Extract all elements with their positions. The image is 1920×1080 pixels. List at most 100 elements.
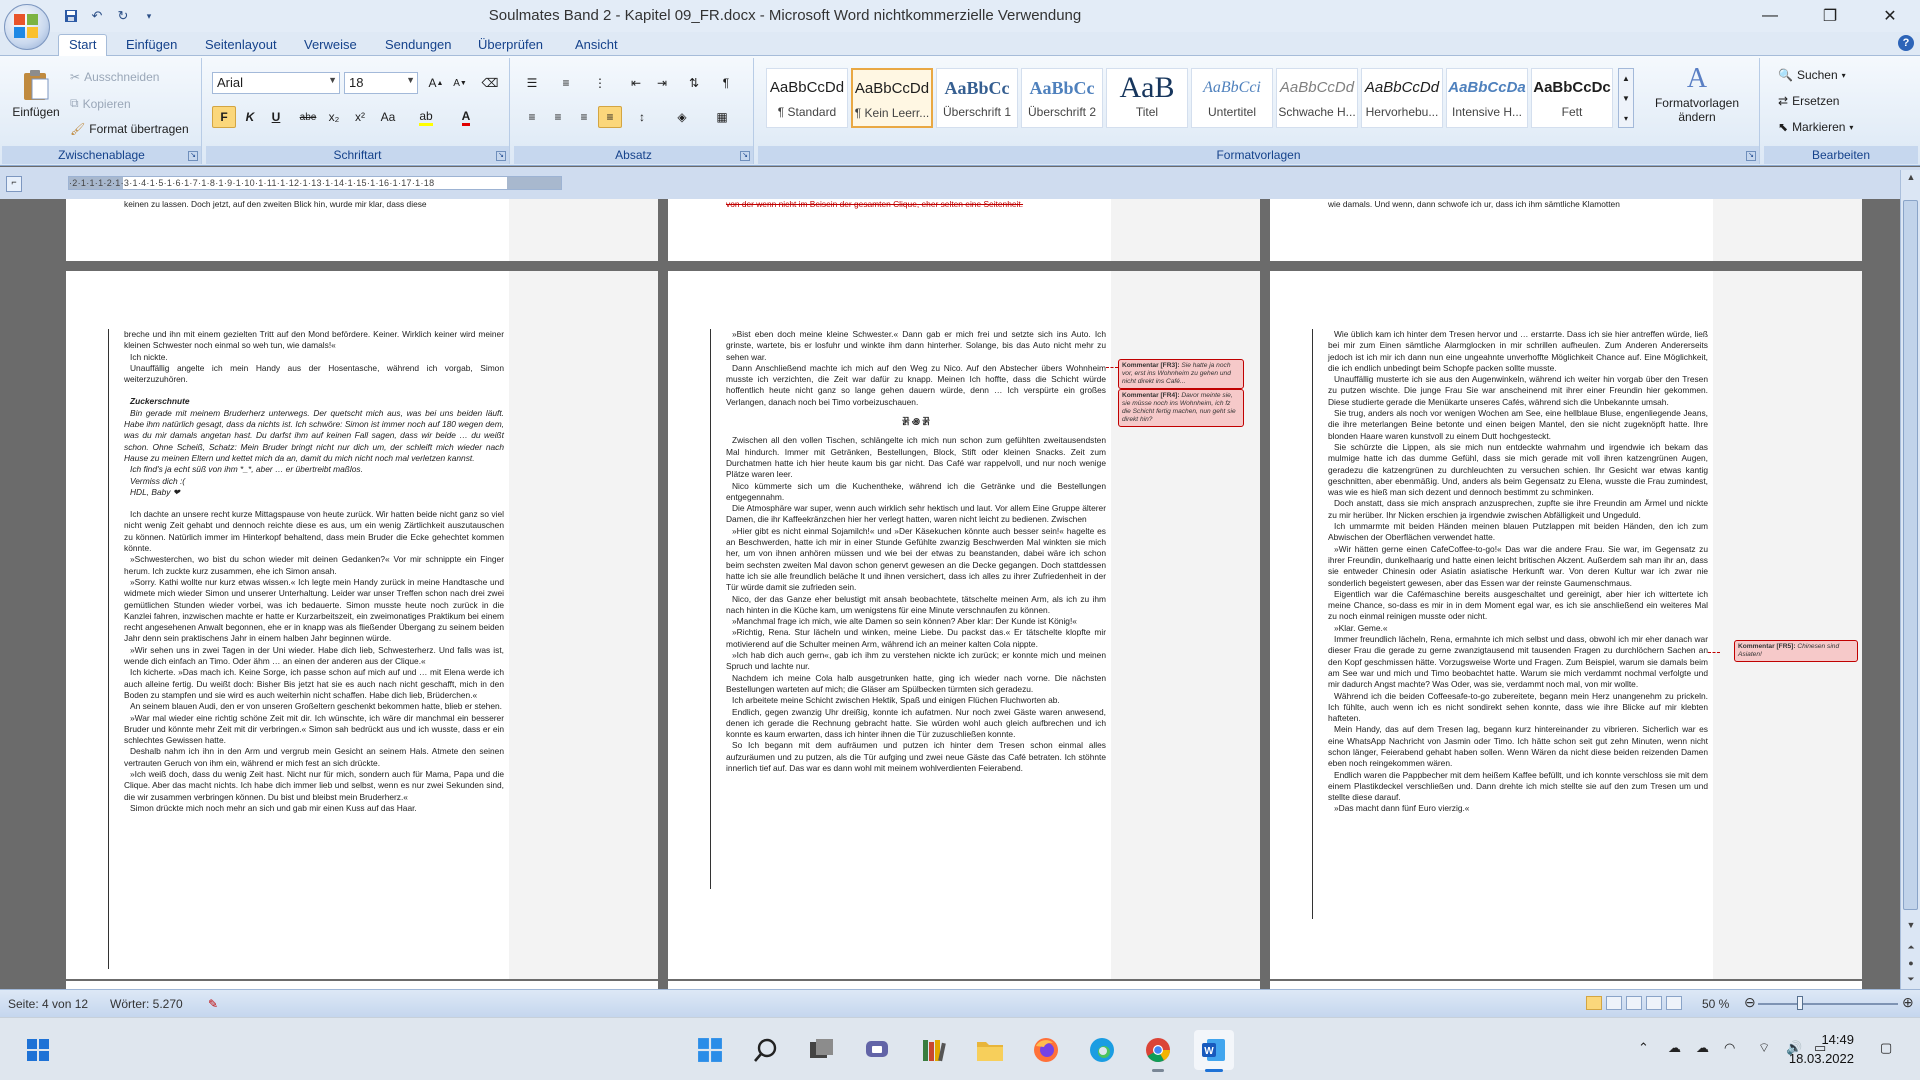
style-titel[interactable]: AaB Titel: [1106, 68, 1188, 128]
page-5[interactable]: »Bist eben doch meine kleine Schwester.«…: [668, 271, 1260, 979]
draft-icon[interactable]: [1666, 996, 1682, 1010]
page-top-mid[interactable]: von der wenn nicht im Beisein der gesamt…: [668, 199, 1260, 261]
paste-button[interactable]: Einfügen: [8, 64, 64, 138]
underline-icon[interactable]: U: [264, 106, 288, 128]
font-size-combo[interactable]: 18 ▼: [344, 72, 418, 94]
align-left-icon[interactable]: ≡: [520, 106, 544, 128]
zoom-slider-knob[interactable]: [1797, 996, 1803, 1010]
clock[interactable]: 14:49 18.03.2022: [1789, 1030, 1854, 1068]
next-page-icon[interactable]: ⏷: [1904, 974, 1918, 988]
word-count[interactable]: Wörter: 5.270: [110, 997, 183, 1011]
zoom-level[interactable]: 50 %: [1702, 997, 1729, 1011]
prev-page-icon[interactable]: ⏶: [1904, 942, 1918, 956]
grow-font-icon[interactable]: A ▲: [424, 72, 448, 94]
dialog-launcher-icon[interactable]: ↘: [188, 151, 198, 161]
style-hervorhebung[interactable]: AaBbCcDd Hervorhebu...: [1361, 68, 1443, 128]
notification-icon[interactable]: ▢: [1880, 1040, 1892, 1056]
find-button[interactable]: 🔍 Suchen ▾: [1778, 68, 1846, 82]
search-icon[interactable]: [746, 1030, 786, 1070]
full-screen-reading-icon[interactable]: [1606, 996, 1622, 1010]
firefox-icon[interactable]: [1026, 1030, 1066, 1070]
help-icon[interactable]: ?: [1898, 35, 1914, 51]
maximize-icon[interactable]: ❐: [1800, 0, 1860, 32]
page-6[interactable]: Wie üblich kam ich hinter dem Tresen her…: [1270, 271, 1862, 979]
tab-verweise[interactable]: Verweise: [304, 35, 357, 56]
scroll-down-icon[interactable]: ▼: [1904, 920, 1918, 934]
page-bottom-mid[interactable]: [668, 981, 1260, 989]
tab-start[interactable]: Start: [58, 34, 108, 57]
browse-object-icon[interactable]: ●: [1904, 958, 1918, 972]
comment-fr3[interactable]: Kommentar [FR3]: Sie hatte ja noch vor, …: [1118, 359, 1244, 389]
zoom-in-icon[interactable]: ⊕: [1902, 994, 1914, 1011]
replace-button[interactable]: ⇄ Ersetzen: [1778, 94, 1839, 108]
page-bottom-left[interactable]: [66, 981, 658, 989]
style-standard[interactable]: AaBbCcDd ¶ Standard: [766, 68, 848, 128]
subscript-icon[interactable]: x₂: [322, 106, 346, 128]
edge-icon[interactable]: [1082, 1030, 1122, 1070]
scroll-thumb[interactable]: [1903, 200, 1918, 910]
print-layout-icon[interactable]: [1586, 996, 1602, 1010]
numbered-list-icon[interactable]: ≡: [554, 72, 578, 94]
font-color-icon[interactable]: A: [454, 106, 478, 128]
task-view-icon[interactable]: [802, 1030, 842, 1070]
style-ueberschrift-1[interactable]: AaBbCc Überschrift 1: [936, 68, 1018, 128]
align-center-icon[interactable]: ≡: [546, 106, 570, 128]
page-top-left[interactable]: keinen zu lassen. Doch jetzt, auf den zw…: [66, 199, 658, 261]
library-icon[interactable]: [914, 1030, 954, 1070]
dialog-launcher-icon[interactable]: ↘: [740, 151, 750, 161]
styles-scroll[interactable]: ▲ ▼ ▾: [1618, 68, 1634, 128]
page-count[interactable]: Seite: 4 von 12: [8, 997, 88, 1011]
format-painter-button[interactable]: 🖌 Format übertragen: [70, 122, 189, 136]
dialog-launcher-icon[interactable]: ↘: [1746, 151, 1756, 161]
scroll-up-icon[interactable]: ▲: [1904, 172, 1918, 186]
cloud-icon[interactable]: ☁: [1696, 1040, 1709, 1056]
sort-icon[interactable]: ⇅: [682, 72, 706, 94]
word-icon[interactable]: W: [1194, 1030, 1234, 1072]
page-top-right[interactable]: wie damals. Und wenn, dann schwofe ich u…: [1270, 199, 1862, 261]
superscript-icon[interactable]: x²: [348, 106, 372, 128]
zoom-out-icon[interactable]: ⊖: [1744, 994, 1756, 1011]
horizontal-ruler[interactable]: ·2·1·1·1·2·1·3·1·4·1·5·1·6·1·7·1·8·1·9·1…: [68, 176, 562, 190]
dialog-launcher-icon[interactable]: ↘: [496, 151, 506, 161]
zoom-slider[interactable]: [1758, 1003, 1898, 1005]
style-ueberschrift-2[interactable]: AaBbCc Überschrift 2: [1021, 68, 1103, 128]
page-bottom-right[interactable]: [1270, 981, 1862, 989]
pilcrow-icon[interactable]: ¶: [714, 72, 738, 94]
bullet-list-icon[interactable]: ☰: [520, 72, 544, 94]
office-button[interactable]: [4, 4, 50, 50]
change-styles-button[interactable]: A Formatvorlagen ändern: [1642, 62, 1752, 140]
cut-button[interactable]: ✂ Ausschneiden: [70, 70, 159, 84]
tab-seitenlayout[interactable]: Seitenlayout: [205, 35, 277, 56]
tab-einfuegen[interactable]: Einfügen: [126, 35, 177, 56]
align-right-icon[interactable]: ≡: [572, 106, 596, 128]
change-case-icon[interactable]: Aa: [376, 106, 400, 128]
page-4[interactable]: breche und ihn mit einem gezielten Tritt…: [66, 271, 658, 979]
decrease-indent-icon[interactable]: ⇤: [624, 72, 648, 94]
highlight-icon[interactable]: ab: [414, 106, 438, 128]
document-area[interactable]: keinen zu lassen. Doch jetzt, auf den zw…: [0, 199, 1900, 989]
justify-icon[interactable]: ≡: [598, 106, 622, 128]
wifi-icon[interactable]: ◠: [1724, 1040, 1735, 1056]
chevron-up-icon[interactable]: ⌃: [1638, 1040, 1649, 1056]
web-layout-icon[interactable]: [1626, 996, 1642, 1010]
multilevel-list-icon[interactable]: ⋮: [588, 72, 612, 94]
clear-format-icon[interactable]: ⌫: [478, 72, 502, 94]
outline-icon[interactable]: [1646, 996, 1662, 1010]
increase-indent-icon[interactable]: ⇥: [650, 72, 674, 94]
strikethrough-icon[interactable]: abe: [296, 106, 320, 128]
windows-logo-icon[interactable]: [18, 1030, 58, 1070]
minimize-icon[interactable]: —: [1740, 0, 1800, 32]
windows-start-icon[interactable]: [690, 1030, 730, 1070]
select-button[interactable]: ⬉ Markieren ▾: [1778, 120, 1853, 134]
copy-button[interactable]: ⧉ Kopieren: [70, 96, 131, 111]
vertical-scrollbar[interactable]: ▲ ▼ ⏶ ● ⏷: [1900, 170, 1920, 990]
wifi-signal-icon[interactable]: ⌔: [1758, 1040, 1770, 1056]
comment-fr4[interactable]: Kommentar [FR4]: Davor meinte sie, sie m…: [1118, 389, 1244, 427]
comment-fr5[interactable]: Kommentar [FR5]: Chinesen sind Asiaten!: [1734, 640, 1858, 662]
borders-icon[interactable]: ▦: [710, 106, 734, 128]
style-schwache-hervorhebung[interactable]: AaBbCcDd Schwache H...: [1276, 68, 1358, 128]
tab-sendungen[interactable]: Sendungen: [385, 35, 452, 56]
style-fett[interactable]: AaBbCcDc Fett: [1531, 68, 1613, 128]
style-untertitel[interactable]: AaBbCci Untertitel: [1191, 68, 1273, 128]
style-kein-leerraum[interactable]: AaBbCcDd ¶ Kein Leerr...: [851, 68, 933, 128]
